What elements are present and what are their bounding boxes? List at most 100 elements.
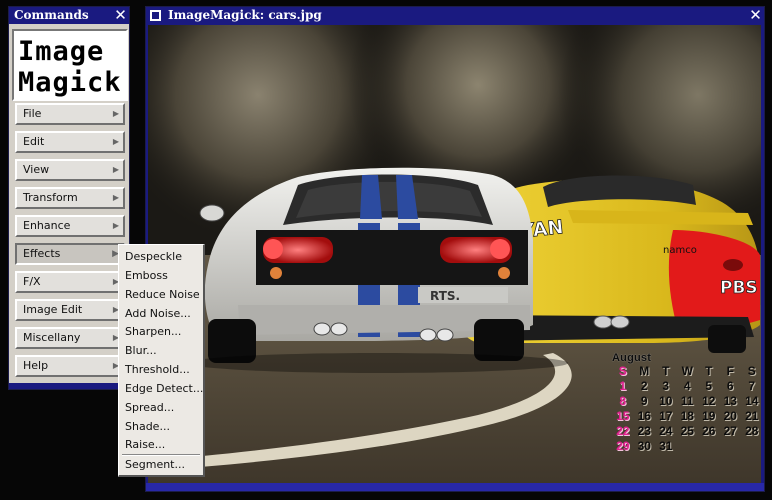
calendar-day: 12 xyxy=(702,394,716,408)
fx-button[interactable]: F/X ▶ xyxy=(15,271,125,293)
menu-item-reduce-noise[interactable]: Reduce Noise xyxy=(125,288,200,302)
image-edit-button-label: Image Edit xyxy=(23,303,83,316)
calendar-day: 24 xyxy=(659,424,673,438)
calendar-weekday: S xyxy=(618,364,627,378)
calendar-day: 5 xyxy=(705,379,713,393)
calendar-day: 21 xyxy=(745,409,759,423)
logo-line-2: Magick xyxy=(18,67,122,98)
calendar-day xyxy=(741,439,761,454)
calendar-day: 2 xyxy=(640,379,648,393)
menu-item-emboss[interactable]: Emboss xyxy=(125,269,168,283)
enhance-button-label: Enhance xyxy=(23,219,71,232)
calendar-day: 30 xyxy=(637,439,651,453)
submenu-arrow-icon: ▶ xyxy=(112,193,119,202)
calendar-day: 14 xyxy=(745,394,759,408)
view-button-label: View xyxy=(23,163,50,176)
calendar-weekday: T xyxy=(705,364,713,378)
calendar-day: 19 xyxy=(702,409,716,423)
calendar-day: 3 xyxy=(662,379,670,393)
commands-window-title: Commands xyxy=(14,8,89,22)
transform-button-label: Transform xyxy=(23,191,78,204)
submenu-arrow-icon: ▶ xyxy=(112,221,119,230)
file-button[interactable]: File ▶ xyxy=(15,103,125,125)
menu-item-shade[interactable]: Shade... xyxy=(125,420,170,434)
calendar-day xyxy=(698,439,720,454)
calendar-day xyxy=(720,439,742,454)
calendar-day: 29 xyxy=(616,439,630,453)
white-car-plate: RTS. xyxy=(430,289,460,303)
calendar-day: 28 xyxy=(745,424,759,438)
image-edit-button[interactable]: Image Edit ▶ xyxy=(15,299,125,321)
image-window[interactable]: ImageMagick: cars.jpg ✕ SYAN namco PBS R… xyxy=(145,6,765,492)
menu-item-raise[interactable]: Raise... xyxy=(125,438,165,452)
menu-item-blur[interactable]: Blur... xyxy=(125,344,157,358)
file-button-label: File xyxy=(23,107,42,120)
calendar-day: 15 xyxy=(616,409,630,423)
calendar-day: 20 xyxy=(723,409,737,423)
calendar-weekday: F xyxy=(726,364,734,378)
submenu-arrow-icon: ▶ xyxy=(112,109,119,118)
effects-menu[interactable]: Despeckle Emboss Reduce Noise Add Noise.… xyxy=(118,244,205,477)
transform-button[interactable]: Transform ▶ xyxy=(15,187,125,209)
image-window-title: ImageMagick: cars.jpg xyxy=(168,8,322,22)
menu-item-sharpen[interactable]: Sharpen... xyxy=(125,325,181,339)
calendar-day: 7 xyxy=(748,379,756,393)
commands-window-resize-border[interactable] xyxy=(9,383,129,389)
calendar-day: 13 xyxy=(723,394,737,408)
calendar-weekday: T xyxy=(662,364,670,378)
help-button-label: Help xyxy=(23,359,49,372)
effects-button-label: Effects xyxy=(23,247,61,260)
calendar-day: 22 xyxy=(616,424,630,438)
menu-item-add-noise[interactable]: Add Noise... xyxy=(125,307,191,321)
image-window-resize-border[interactable] xyxy=(146,483,764,491)
effects-button[interactable]: Effects ▶ xyxy=(15,243,125,265)
menu-separator xyxy=(122,454,200,456)
commands-window-titlebar[interactable]: Commands ✕ xyxy=(9,7,129,24)
image-canvas[interactable]: SYAN namco PBS RTS. August S M T W T F S… xyxy=(148,25,761,485)
menu-item-spread[interactable]: Spread... xyxy=(125,401,174,415)
enhance-button[interactable]: Enhance ▶ xyxy=(15,215,125,237)
calendar-grid: S M T W T F S 1 2 3 4 5 6 7 8 9 10 11 12… xyxy=(612,364,761,454)
submenu-arrow-icon: ▶ xyxy=(112,137,119,146)
calendar-day: 6 xyxy=(726,379,734,393)
calendar-day: 1 xyxy=(619,379,627,393)
calendar-day: 26 xyxy=(702,424,716,438)
calendar-day: 17 xyxy=(659,409,673,423)
yellow-car-tail-decal: PBS xyxy=(720,278,758,298)
calendar-day: 18 xyxy=(680,409,694,423)
edit-button[interactable]: Edit ▶ xyxy=(15,131,125,153)
miscellany-button-label: Miscellany xyxy=(23,331,81,344)
calendar-day: 4 xyxy=(683,379,691,393)
calendar-day: 23 xyxy=(637,424,651,438)
commands-window[interactable]: Commands ✕ Image Magick File ▶ Edit ▶ View… xyxy=(8,6,130,390)
logo-line-1: Image xyxy=(18,36,104,67)
menu-item-threshold[interactable]: Threshold... xyxy=(125,363,190,377)
logo-text-graphic: Image Magick xyxy=(18,36,122,98)
calendar-day: 25 xyxy=(680,424,694,438)
yellow-car-sponsor: namco xyxy=(663,245,697,256)
calendar-day: 8 xyxy=(619,394,627,408)
calendar-day: 9 xyxy=(640,394,648,408)
menu-item-segment[interactable]: Segment... xyxy=(125,458,185,472)
calendar-day: 10 xyxy=(659,394,673,408)
calendar-day: 31 xyxy=(659,439,673,453)
miscellany-button[interactable]: Miscellany ▶ xyxy=(15,327,125,349)
view-button[interactable]: View ▶ xyxy=(15,159,125,181)
submenu-arrow-icon: ▶ xyxy=(112,165,119,174)
fx-button-label: F/X xyxy=(23,275,41,288)
window-menu-icon[interactable] xyxy=(150,10,161,21)
desktop: ImageMagick: cars.jpg ✕ SYAN namco PBS R… xyxy=(0,0,772,500)
calendar-weekday: W xyxy=(681,364,693,378)
calendar-day: 27 xyxy=(723,424,737,438)
help-button[interactable]: Help ▶ xyxy=(15,355,125,377)
menu-item-despeckle[interactable]: Despeckle xyxy=(125,250,182,264)
calendar-weekday: S xyxy=(747,364,756,378)
image-window-close-icon[interactable]: ✕ xyxy=(748,8,763,23)
commands-window-close-icon[interactable]: ✕ xyxy=(113,8,128,23)
edit-button-label: Edit xyxy=(23,135,45,148)
calendar-weekday: M xyxy=(639,364,650,378)
image-window-titlebar[interactable]: ImageMagick: cars.jpg ✕ xyxy=(146,7,764,24)
calendar-overlay: August S M T W T F S 1 2 3 4 5 6 7 8 9 1… xyxy=(612,352,761,454)
calendar-day: 11 xyxy=(680,394,694,408)
menu-item-edge-detect[interactable]: Edge Detect... xyxy=(125,382,203,396)
